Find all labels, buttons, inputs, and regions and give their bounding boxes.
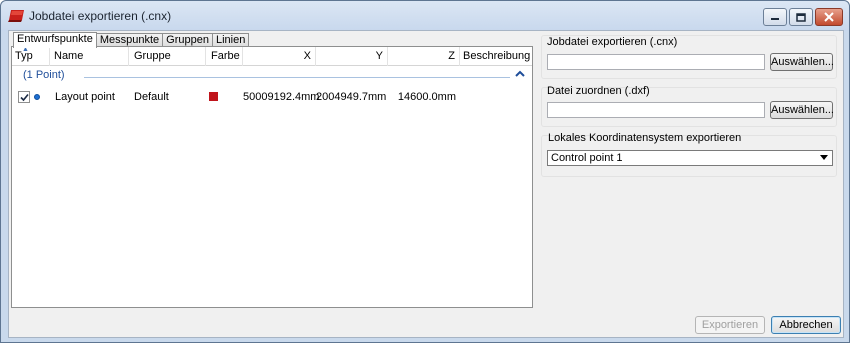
tab-gruppen[interactable]: Gruppen bbox=[162, 33, 213, 47]
cancel-button[interactable]: Abbrechen bbox=[771, 316, 841, 334]
cell-x: 50009192.4mm bbox=[243, 91, 320, 103]
column-header-typ[interactable]: ▲ Typ bbox=[12, 46, 50, 66]
app-icon bbox=[8, 10, 24, 22]
cell-gruppe: Default bbox=[134, 91, 169, 103]
column-header-z[interactable]: Z bbox=[388, 47, 460, 66]
close-icon bbox=[824, 12, 834, 22]
group-label: (1 Point) bbox=[23, 69, 65, 81]
close-button[interactable] bbox=[815, 8, 843, 26]
dxf-path-input[interactable] bbox=[547, 102, 765, 118]
cell-name: Layout point bbox=[55, 91, 115, 103]
export-cnx-group: Jobdatei exportieren (.cnx) Auswählen... bbox=[541, 35, 837, 79]
column-header-beschreibung[interactable]: Beschreibung bbox=[460, 47, 532, 66]
maximize-button[interactable] bbox=[789, 8, 813, 26]
coord-system-title: Lokales Koordinatensystem exportieren bbox=[548, 132, 742, 144]
cell-y: 2004949.7mm bbox=[316, 91, 387, 103]
column-header-x[interactable]: X bbox=[243, 47, 316, 66]
cell-z: 14600.0mm bbox=[397, 91, 456, 103]
points-grid[interactable]: ▲ Typ Name Gruppe Farbe X Y Z Beschreibu… bbox=[12, 46, 532, 307]
point-type-icon bbox=[34, 94, 40, 100]
group-divider bbox=[84, 77, 510, 78]
chevron-down-icon bbox=[820, 155, 828, 160]
dxf-browse-button[interactable]: Auswählen... bbox=[770, 101, 834, 119]
cnx-path-input[interactable] bbox=[547, 54, 765, 70]
title-bar[interactable]: Jobdatei exportieren (.cnx) bbox=[1, 1, 849, 31]
tab-linien[interactable]: Linien bbox=[211, 33, 250, 47]
tab-strip: Entwurfspunkte Messpunkte Gruppen Linien bbox=[13, 32, 250, 48]
window-title: Jobdatei exportieren (.cnx) bbox=[29, 9, 172, 23]
table-row[interactable]: Layout point Default 50009192.4mm 200494… bbox=[12, 88, 532, 106]
export-button[interactable]: Exportieren bbox=[695, 316, 765, 334]
coord-system-group: Lokales Koordinatensystem exportieren Co… bbox=[541, 132, 837, 177]
column-header-y[interactable]: Y bbox=[316, 47, 388, 66]
checkmark-icon bbox=[20, 93, 29, 102]
maximize-icon bbox=[796, 12, 806, 22]
column-header-name[interactable]: Name bbox=[50, 47, 129, 66]
row-checkbox[interactable] bbox=[18, 91, 30, 103]
grid-header: ▲ Typ Name Gruppe Farbe X Y Z Beschreibu… bbox=[12, 46, 532, 66]
export-dialog: Jobdatei exportieren (.cnx) Entwurfspunk… bbox=[0, 0, 850, 343]
column-header-farbe[interactable]: Farbe bbox=[206, 47, 243, 66]
tab-messpunkte[interactable]: Messpunkte bbox=[95, 33, 164, 47]
color-swatch bbox=[209, 92, 218, 101]
export-cnx-title: Jobdatei exportieren (.cnx) bbox=[547, 36, 678, 48]
tab-entwurfspunkte[interactable]: Entwurfspunkte bbox=[13, 32, 97, 48]
coord-system-select[interactable]: Control point 1 bbox=[547, 150, 833, 166]
assign-dxf-group: Datei zuordnen (.dxf) Auswählen... bbox=[541, 85, 837, 127]
tab-panel: ▲ Typ Name Gruppe Farbe X Y Z Beschreibu… bbox=[11, 46, 533, 308]
minimize-icon bbox=[771, 18, 779, 20]
chevron-up-icon[interactable] bbox=[515, 70, 525, 78]
coord-system-value: Control point 1 bbox=[551, 152, 623, 164]
minimize-button[interactable] bbox=[763, 8, 787, 26]
assign-dxf-title: Datei zuordnen (.dxf) bbox=[547, 85, 650, 97]
dialog-body: Entwurfspunkte Messpunkte Gruppen Linien… bbox=[8, 30, 844, 338]
cnx-browse-button[interactable]: Auswählen... bbox=[770, 53, 834, 71]
group-row[interactable]: (1 Point) bbox=[12, 68, 532, 84]
column-header-gruppe[interactable]: Gruppe bbox=[129, 47, 206, 66]
